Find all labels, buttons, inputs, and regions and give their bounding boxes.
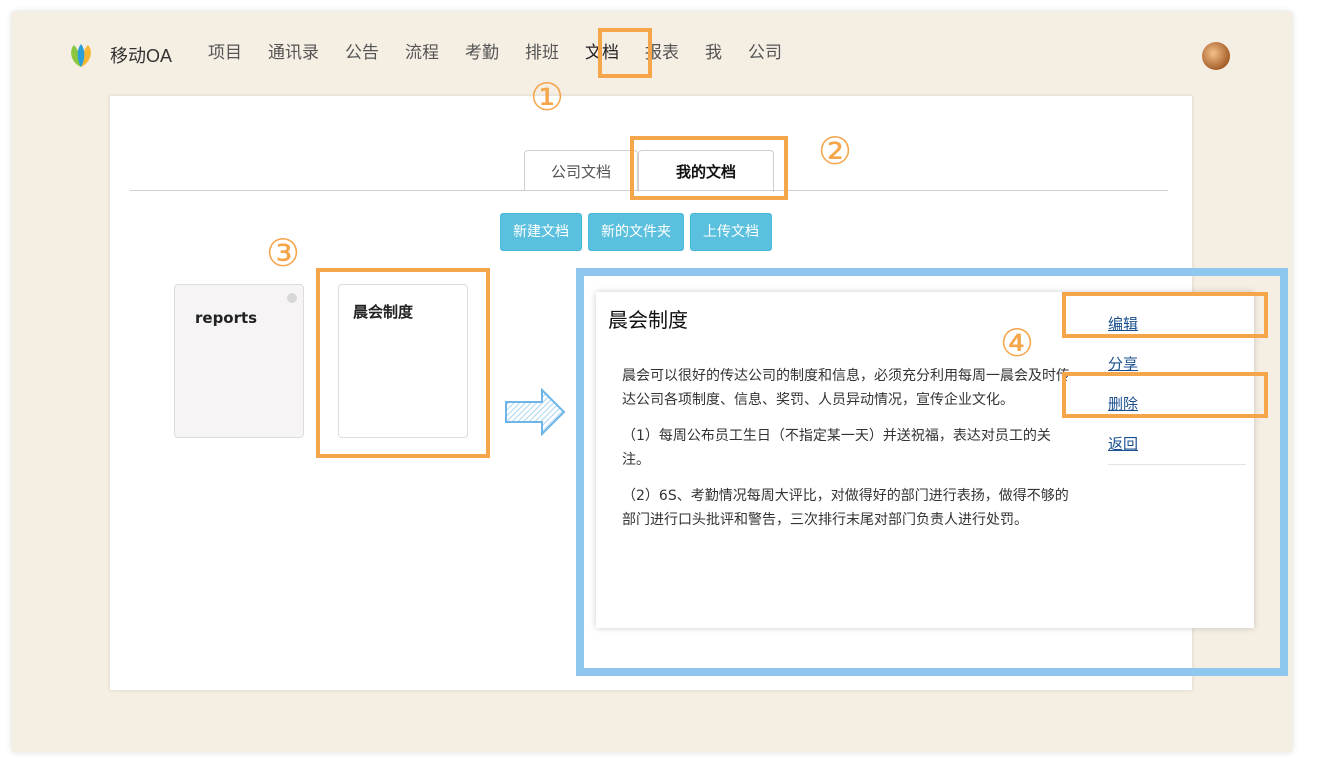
step-number-1: ① — [530, 75, 565, 119]
tab-company-docs[interactable]: 公司文档 — [524, 150, 638, 191]
user-avatar[interactable] — [1202, 42, 1230, 70]
upload-doc-button[interactable]: 上传文档 — [690, 213, 772, 251]
step-number-2: ② — [818, 129, 853, 173]
top-nav-bar: 移动OA 项目 通讯录 公告 流程 考勤 排班 文档 报表 我 公司 — [12, 12, 1292, 92]
app-logo-icon — [71, 44, 91, 67]
doc-card-reports[interactable]: reports — [174, 284, 304, 438]
nav-item-attendance[interactable]: 考勤 — [465, 42, 499, 64]
new-doc-button[interactable]: 新建文档 — [500, 213, 582, 251]
document-toolbar: 新建文档 新的文件夹 上传文档 — [500, 213, 772, 251]
new-folder-button[interactable]: 新的文件夹 — [588, 213, 684, 251]
main-nav: 项目 通讯录 公告 流程 考勤 排班 文档 报表 我 公司 — [208, 42, 808, 64]
nav-item-company[interactable]: 公司 — [748, 42, 782, 64]
highlight-tab-my-docs — [630, 136, 788, 200]
nav-item-contacts[interactable]: 通讯录 — [268, 42, 319, 64]
right-arrow-icon — [505, 387, 566, 437]
highlight-doc-card — [316, 268, 490, 458]
nav-item-schedule[interactable]: 排班 — [525, 42, 559, 64]
highlight-delete-link — [1062, 372, 1268, 418]
nav-item-workflow[interactable]: 流程 — [405, 42, 439, 64]
step-number-3: ③ — [266, 231, 301, 275]
app-frame: 移动OA 项目 通讯录 公告 流程 考勤 排班 文档 报表 我 公司 公司文档 … — [12, 12, 1292, 752]
highlight-nav-documents — [598, 28, 652, 78]
step-number-4: ④ — [1000, 321, 1035, 365]
highlight-edit-link — [1062, 292, 1268, 338]
nav-item-announcements[interactable]: 公告 — [345, 42, 379, 64]
info-icon[interactable] — [287, 293, 297, 303]
nav-item-me[interactable]: 我 — [705, 42, 722, 64]
nav-item-projects[interactable]: 项目 — [208, 42, 242, 64]
brand-name[interactable]: 移动OA — [110, 42, 172, 68]
doc-title: reports — [195, 309, 258, 327]
